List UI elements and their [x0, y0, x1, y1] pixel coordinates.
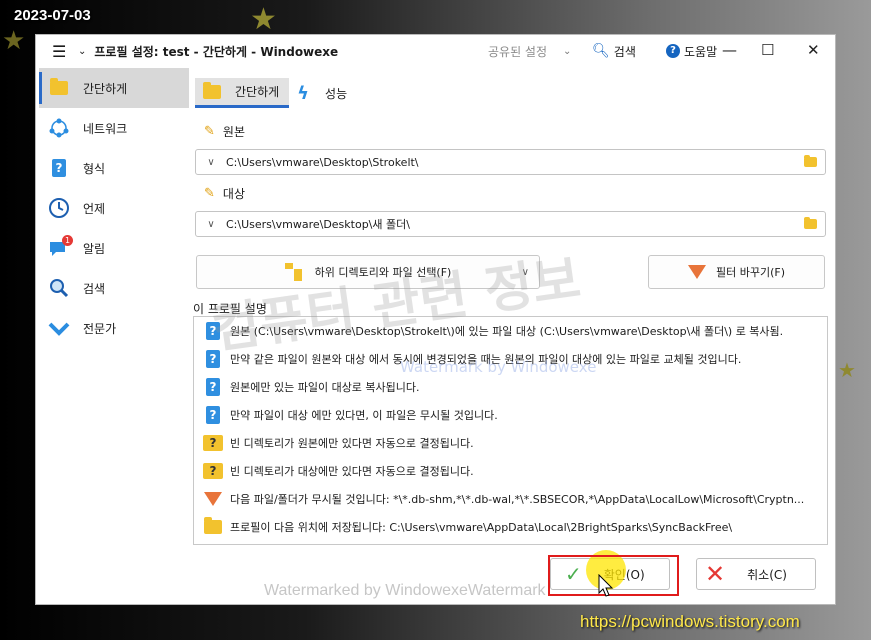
filter-icon: [204, 492, 222, 506]
change-filter-label: 필터 바꾸기(F): [715, 266, 785, 279]
pencil-icon: ✎: [204, 124, 215, 139]
chevron-down-icon[interactable]: ∨: [200, 219, 222, 230]
url-stamp: https://pcwindows.tistory.com: [580, 612, 800, 631]
chevron-down-icon[interactable]: ⌄: [78, 46, 86, 57]
help-icon: ?: [666, 44, 680, 58]
blue-question-icon: ?: [206, 406, 220, 424]
star-decoration: ★: [250, 2, 277, 37]
folder-icon: [203, 81, 221, 99]
sidebar-item-expert[interactable]: 전문가: [39, 308, 189, 348]
change-filter-button[interactable]: 필터 바꾸기(F): [648, 255, 825, 289]
sidebar-item-label: 형식: [83, 161, 106, 176]
yellow-question-icon: ?: [203, 435, 223, 451]
sidebar-item-label: 알림: [83, 241, 106, 256]
list-item-text: 만약 파일이 대상 에만 있다면, 이 파일은 무시될 것입니다.: [230, 409, 498, 422]
filter-icon: [687, 265, 706, 279]
tab-label: 간단하게: [235, 85, 280, 99]
tab-bar: 간단하게 ϟ 성능: [195, 78, 357, 108]
list-item-text: 프로필이 다음 위치에 저장됩니다: C:\Users\vmware\AppDa…: [230, 521, 733, 534]
star-decoration: ★: [2, 26, 26, 56]
sidebar-item-label: 검색: [83, 281, 106, 296]
destination-path[interactable]: C:\Users\vmware\Desktop\새 폴더\: [222, 216, 804, 232]
close-icon: ✕: [705, 560, 726, 588]
sidebar-item-network[interactable]: 네트워크: [39, 108, 189, 148]
destination-label: ✎ 대상: [204, 185, 245, 202]
destination-path-field[interactable]: ∨ C:\Users\vmware\Desktop\새 폴더\: [195, 211, 826, 237]
blue-question-icon: ?: [206, 378, 220, 396]
tab-label: 성능: [325, 86, 348, 101]
help-label: 도움말: [684, 44, 718, 59]
list-item: ? 만약 파일이 대상 에만 있다면, 이 파일은 무시될 것입니다.: [194, 401, 827, 429]
list-item-text: 빈 디렉토리가 대상에만 있다면 자동으로 결정됩니다.: [230, 465, 474, 478]
tab-simple[interactable]: 간단하게: [195, 78, 290, 108]
search-icon: [47, 277, 71, 299]
list-item: 다음 파일/폴더가 무시될 것입니다: *\*.db-shm,*\*.db-wa…: [194, 485, 827, 513]
cancel-button[interactable]: ✕ 취소(C): [696, 558, 816, 590]
title-bar: ☰ ⌄ 프로필 설정: test - 간단하게 - Windowexe 공유된 …: [36, 35, 835, 67]
folder-icon: [204, 517, 222, 534]
browse-folder-icon[interactable]: [804, 217, 817, 229]
yellow-question-icon: ?: [203, 463, 223, 479]
source-label-text: 원본: [222, 125, 245, 139]
search-icon: 🔍︎: [592, 43, 610, 59]
watermark-text: Watermark by Windowexe: [400, 358, 597, 376]
sidebar-item-search[interactable]: 검색: [39, 268, 189, 308]
sidebar-item-label: 전문가: [83, 321, 117, 336]
sidebar-item-simple[interactable]: 간단하게: [39, 68, 189, 108]
chevron-down-icon[interactable]: ∨: [200, 157, 222, 168]
list-item-text: 빈 디렉토리가 원본에만 있다면 자동으로 결정됩니다.: [230, 437, 474, 450]
mouse-cursor-icon: [598, 573, 614, 602]
clock-icon: [47, 197, 71, 219]
sidebar-item-format[interactable]: ? 형식: [39, 148, 189, 188]
watermark-text: Watermarked by WindowexeWatermark: [264, 582, 546, 599]
list-item: ? 빈 디렉토리가 원본에만 있다면 자동으로 결정됩니다.: [194, 429, 827, 457]
browse-folder-icon[interactable]: [804, 155, 817, 167]
source-label: ✎ 원본: [204, 123, 245, 140]
network-icon: [47, 117, 71, 139]
sidebar-item-when[interactable]: 언제: [39, 188, 189, 228]
notification-badge: 1: [62, 235, 73, 246]
folder-icon: [50, 78, 68, 95]
search-button[interactable]: 🔍︎ 검색: [592, 43, 636, 60]
maximize-button[interactable]: ☐: [761, 41, 774, 59]
help-button[interactable]: ? 도움말: [666, 43, 717, 60]
pencil-icon: ✎: [204, 186, 215, 201]
lightning-icon: ϟ: [297, 82, 310, 104]
sidebar-item-label: 언제: [83, 201, 106, 216]
minimize-button[interactable]: —: [722, 41, 737, 59]
list-item-text: 원본에만 있는 파일이 대상로 복사됩니다.: [230, 381, 420, 394]
question-icon: ?: [52, 159, 66, 177]
sidebar-item-notifications[interactable]: 1 알림: [39, 228, 189, 268]
cancel-label: 취소(C): [747, 567, 787, 582]
chevron-down-icon: [47, 317, 71, 339]
destination-label-text: 대상: [222, 187, 245, 201]
source-path[interactable]: C:\Users\vmware\Desktop\Strokelt\: [222, 156, 804, 169]
list-item-text: 다음 파일/폴더가 무시될 것입니다: *\*.db-shm,*\*.db-wa…: [230, 493, 805, 506]
notification-icon: 1: [47, 235, 73, 259]
sidebar-item-label: 네트워크: [83, 121, 128, 136]
sidebar-item-label: 간단하게: [83, 81, 128, 96]
shared-settings-button[interactable]: 공유된 설정: [488, 43, 547, 60]
source-path-field[interactable]: ∨ C:\Users\vmware\Desktop\Strokelt\: [195, 149, 826, 175]
list-item: ? 빈 디렉토리가 대상에만 있다면 자동으로 결정됩니다.: [194, 457, 827, 485]
window-title: 프로필 설정: test - 간단하게 - Windowexe: [94, 44, 339, 59]
search-label: 검색: [613, 44, 636, 59]
menu-icon[interactable]: ☰: [52, 42, 72, 61]
sidebar: 간단하게 네트워크 ? 형식 언제 1 알림 검색 전문가: [39, 68, 189, 348]
tab-performance[interactable]: ϟ 성능: [289, 78, 357, 108]
star-decoration: ★: [838, 358, 856, 382]
close-button[interactable]: ✕: [807, 41, 820, 59]
chevron-down-icon[interactable]: ⌄: [563, 46, 571, 57]
list-item: ? 원본에만 있는 파일이 대상로 복사됩니다.: [194, 373, 827, 401]
date-stamp: 2023-07-03: [14, 7, 91, 24]
list-item: 프로필이 다음 위치에 저장됩니다: C:\Users\vmware\AppDa…: [194, 513, 827, 541]
